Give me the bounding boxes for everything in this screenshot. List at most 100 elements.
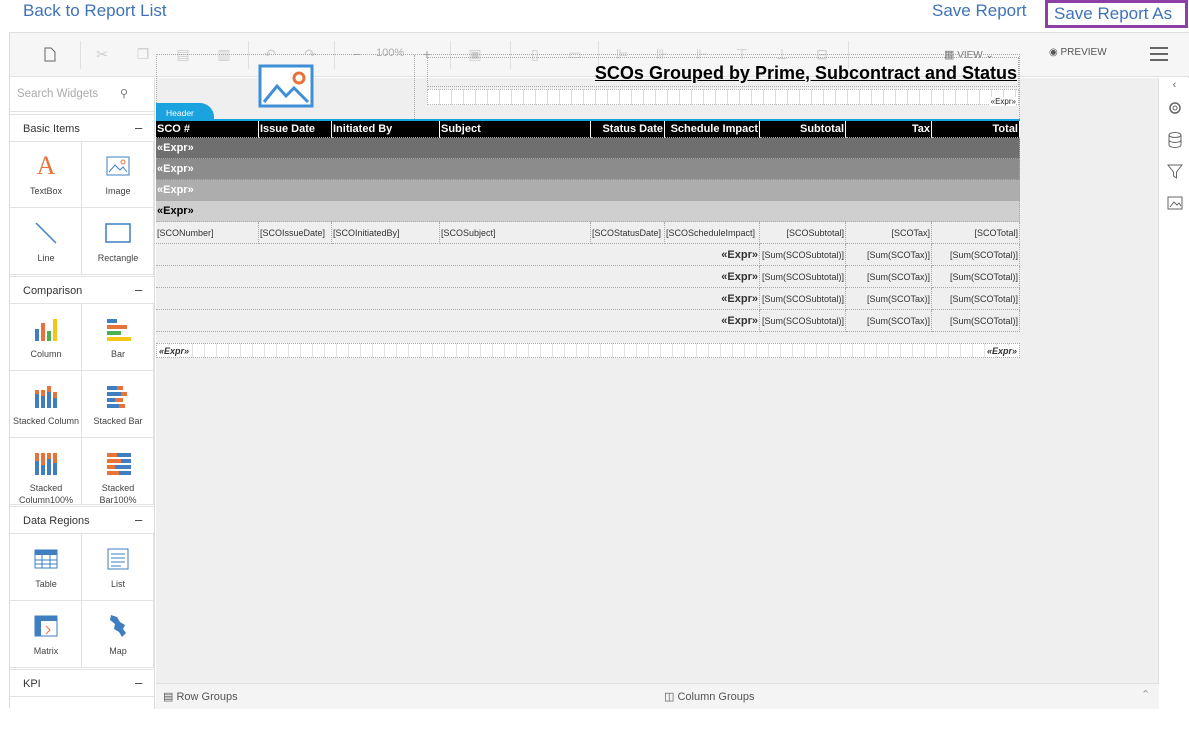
detail-cell[interactable]: [SCONumber] — [156, 222, 259, 244]
group-total-row[interactable]: «Expr» [Sum(SCOSubtotal)] [Sum(SCOTax)] [Su… — [156, 310, 1020, 332]
widget-image[interactable]: Image — [82, 141, 154, 208]
footer-expression-left[interactable]: «Expr» — [157, 346, 192, 356]
widget-matrix[interactable]: Matrix — [10, 601, 82, 668]
group-header-row[interactable]: «Expr» — [156, 138, 1020, 159]
page-header-band[interactable]: SCOs Grouped by Prime, Subcontract and S… — [156, 54, 1020, 121]
page-footer-band[interactable]: «Expr» «Expr» — [156, 343, 1020, 358]
total-expression[interactable]: «Expr» — [156, 244, 760, 266]
collapse-icon[interactable]: – — [135, 120, 142, 135]
column-header[interactable]: Status Date — [591, 121, 665, 138]
total-cell[interactable]: [Sum(SCOTotal)] — [932, 266, 1020, 288]
group-header-row[interactable]: «Expr» — [156, 159, 1020, 180]
row-groups-button[interactable]: ▤ Row Groups — [163, 690, 238, 703]
copy-icon[interactable]: ❐ — [133, 44, 153, 64]
total-cell[interactable]: [Sum(SCOSubtotal)] — [760, 266, 846, 288]
new-document-icon[interactable] — [40, 44, 60, 64]
hamburger-menu-icon[interactable] — [1150, 47, 1168, 61]
widget-table[interactable]: Table — [10, 534, 82, 601]
column-header[interactable]: Initiated By — [332, 121, 440, 138]
search-widgets-field[interactable]: Search Widgets ⚲ — [10, 78, 154, 112]
widget-map[interactable]: Map — [82, 601, 154, 668]
widget-line[interactable]: Line — [10, 208, 82, 275]
widget-list[interactable]: List — [82, 534, 154, 601]
group-header-row[interactable]: «Expr» — [156, 180, 1020, 201]
detail-cell[interactable]: [SCOSubtotal] — [760, 222, 846, 244]
total-cell[interactable]: [Sum(SCOTotal)] — [932, 244, 1020, 266]
section-data-regions[interactable]: Data Regions – — [10, 506, 154, 534]
detail-cell[interactable]: [SCOSubject] — [440, 222, 591, 244]
collapse-icon[interactable]: – — [135, 512, 142, 527]
total-cell[interactable]: [Sum(SCOTotal)] — [932, 288, 1020, 310]
column-header[interactable]: Subject — [440, 121, 591, 138]
group-total-row[interactable]: «Expr» [Sum(SCOSubtotal)] [Sum(SCOTax)] [Su… — [156, 288, 1020, 310]
stacked-column100-icon — [10, 449, 82, 477]
collapse-icon[interactable]: – — [135, 675, 142, 690]
group-header-row[interactable]: «Expr» — [156, 201, 1020, 222]
data-source-icon[interactable] — [1159, 128, 1189, 152]
collapse-right-icon[interactable]: ‹ — [1159, 78, 1189, 92]
column-header[interactable]: Subtotal — [760, 121, 846, 138]
header-expression[interactable]: «Expr» — [988, 97, 1016, 106]
widget-textbox[interactable]: A TextBox — [10, 141, 82, 208]
column-header[interactable]: Total — [932, 121, 1020, 138]
save-report-button[interactable]: Save Report — [932, 1, 1027, 21]
total-cell[interactable]: [Sum(SCOSubtotal)] — [760, 288, 846, 310]
total-expression[interactable]: «Expr» — [156, 288, 760, 310]
total-cell[interactable]: [Sum(SCOTotal)] — [932, 310, 1020, 332]
row-groups-icon: ▤ — [163, 691, 174, 703]
column-groups-icon: ◫ — [664, 691, 675, 703]
column-header[interactable]: Tax — [846, 121, 932, 138]
total-expression[interactable]: «Expr» — [156, 266, 760, 288]
group-total-row[interactable]: «Expr» [Sum(SCOSubtotal)] [Sum(SCOTax)] [Su… — [156, 244, 1020, 266]
back-to-report-list-link[interactable]: Back to Report List — [23, 1, 167, 21]
section-comparison[interactable]: Comparison – — [10, 276, 154, 304]
preview-button[interactable]: ◉ PREVIEW — [1049, 47, 1107, 58]
column-header[interactable]: Schedule Impact — [665, 121, 760, 138]
detail-cell[interactable]: [SCOStatusDate] — [591, 222, 665, 244]
group-expression[interactable]: «Expr» — [156, 201, 1020, 222]
widget-column[interactable]: Column — [10, 304, 82, 371]
widget-stacked-bar[interactable]: Stacked Bar — [82, 371, 154, 438]
column-header[interactable]: SCO # — [156, 121, 259, 138]
header-grid[interactable] — [427, 89, 1019, 105]
total-cell[interactable]: [Sum(SCOTax)] — [846, 310, 932, 332]
save-report-as-button[interactable]: Save Report As — [1045, 0, 1188, 28]
widget-bar[interactable]: Bar — [82, 304, 154, 371]
detail-row[interactable]: [SCONumber] [SCOIssueDate] [SCOInitiatedBy… — [156, 222, 1020, 244]
total-cell[interactable]: [Sum(SCOTax)] — [846, 244, 932, 266]
widget-stacked-bar100[interactable]: Stacked Bar100% — [82, 438, 154, 505]
collapse-icon[interactable]: – — [135, 282, 142, 297]
group-expression[interactable]: «Expr» — [156, 138, 1020, 159]
detail-cell[interactable]: [SCOTax] — [846, 222, 932, 244]
column-groups-button[interactable]: ◫ Column Groups — [664, 690, 755, 703]
report-title[interactable]: SCOs Grouped by Prime, Subcontract and S… — [427, 57, 1019, 87]
group-expression[interactable]: «Expr» — [156, 159, 1020, 180]
detail-cell[interactable]: [SCOIssueDate] — [259, 222, 332, 244]
total-cell[interactable]: [Sum(SCOTax)] — [846, 288, 932, 310]
footer-expression-right[interactable]: «Expr» — [984, 346, 1019, 356]
widget-stacked-column[interactable]: Stacked Column — [10, 371, 82, 438]
total-expression[interactable]: «Expr» — [156, 310, 760, 332]
total-cell[interactable]: [Sum(SCOSubtotal)] — [760, 310, 846, 332]
detail-cell[interactable]: [SCOInitiatedBy] — [332, 222, 440, 244]
stacked-column-icon — [10, 382, 82, 410]
detail-cell[interactable]: [SCOTotal] — [932, 222, 1020, 244]
group-bar: ▤ Row Groups ◫ Column Groups ⌃ — [156, 683, 1159, 709]
total-cell[interactable]: [Sum(SCOSubtotal)] — [760, 244, 846, 266]
rectangle-icon — [82, 219, 154, 247]
group-expression[interactable]: «Expr» — [156, 180, 1020, 201]
section-basic-items[interactable]: Basic Items – — [10, 114, 154, 142]
cut-icon[interactable]: ✂ — [92, 44, 112, 64]
column-header[interactable]: Issue Date — [259, 121, 332, 138]
section-kpi[interactable]: KPI – — [10, 669, 154, 697]
widget-rectangle[interactable]: Rectangle — [82, 208, 154, 275]
stacked-bar100-icon — [82, 449, 154, 477]
settings-icon[interactable] — [1159, 96, 1189, 120]
expand-icon[interactable]: ⌃ — [1141, 688, 1150, 701]
total-cell[interactable]: [Sum(SCOTax)] — [846, 266, 932, 288]
filter-icon[interactable] — [1159, 160, 1189, 184]
group-total-row[interactable]: «Expr» [Sum(SCOSubtotal)] [Sum(SCOTax)] [Su… — [156, 266, 1020, 288]
detail-cell[interactable]: [SCOScheduleImpact] — [665, 222, 760, 244]
image-settings-icon[interactable] — [1159, 191, 1189, 215]
widget-stacked-column100[interactable]: Stacked Column100% — [10, 438, 82, 505]
